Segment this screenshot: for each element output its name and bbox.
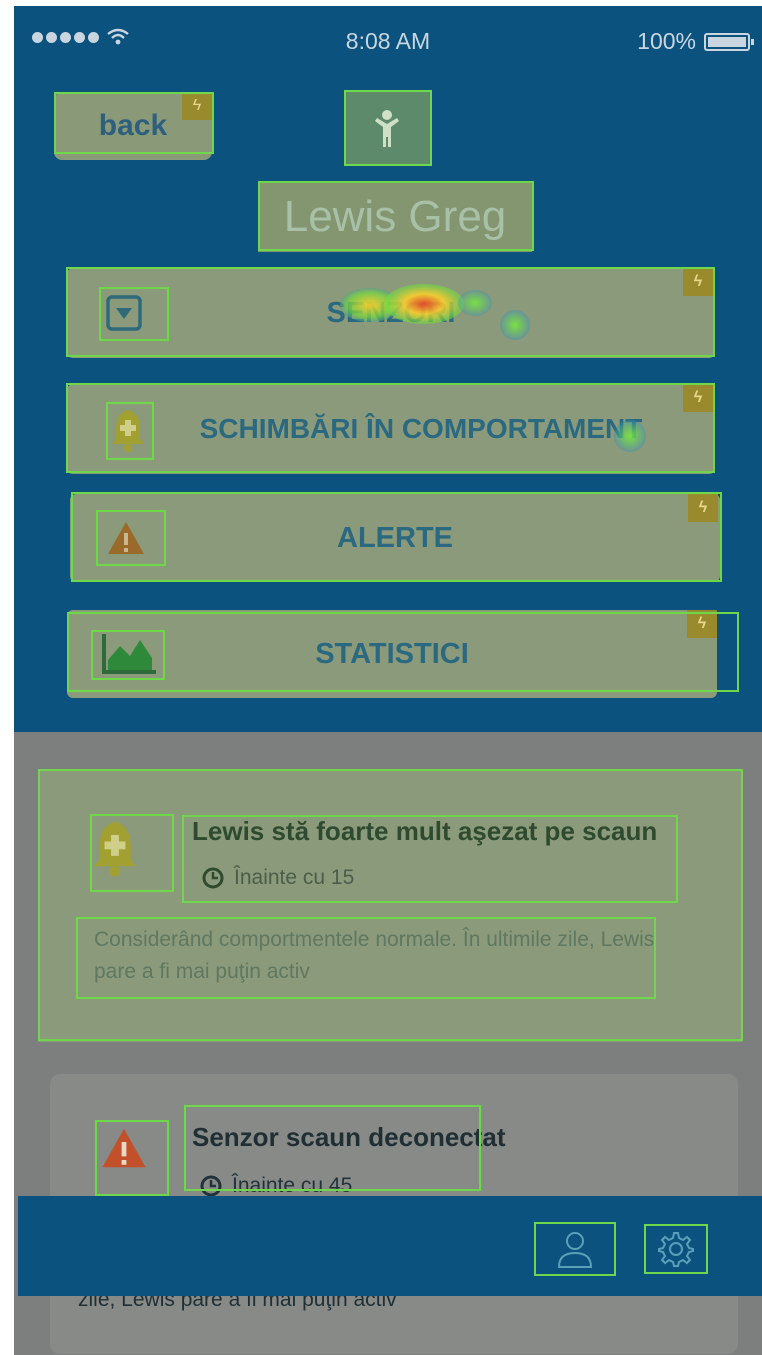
- battery-icon: [704, 32, 754, 51]
- notification-time-text: Înainte cu 45: [232, 1174, 353, 1197]
- patient-name: Lewis Greg: [258, 182, 532, 252]
- menu-item-alerte[interactable]: ALERTE ϟ: [70, 494, 720, 582]
- tab-bar: [18, 1196, 762, 1296]
- clock-icon: [200, 1175, 222, 1197]
- battery-indicator: 100%: [637, 28, 754, 55]
- notification-title: Senzor scaun deconectat: [192, 1122, 506, 1152]
- warning-triangle-icon: [98, 512, 154, 564]
- menu-item-schimbari[interactable]: SCHIMBĂRI ÎN COMPORTAMENT ϟ: [67, 384, 715, 474]
- bolt-icon: ϟ: [683, 384, 713, 412]
- notification-time: Înainte cu 45: [200, 1174, 352, 1198]
- battery-percent: 100%: [637, 28, 696, 54]
- menu-item-label: SCHIMBĂRI ÎN COMPORTAMENT: [199, 413, 643, 444]
- notification-description: Considerând comportmentele normale. În u…: [94, 928, 655, 983]
- status-bar: 8:08 AM 100%: [14, 6, 762, 76]
- bolt-icon: ϟ: [688, 494, 718, 522]
- notification-title: Lewis stă foarte mult aşezat pe scaun: [192, 816, 658, 846]
- notification-time: Înainte cu 15: [202, 866, 354, 890]
- person-icon[interactable]: [344, 92, 430, 166]
- notification-time-text: Înainte cu 15: [234, 866, 355, 889]
- notification-card[interactable]: Lewis stă foarte mult aşezat pe scaun În…: [38, 770, 742, 1042]
- bolt-icon: ϟ: [687, 610, 717, 638]
- bolt-icon: ϟ: [182, 92, 212, 120]
- user-icon[interactable]: [534, 1222, 616, 1276]
- bell-plus-icon: [105, 402, 151, 458]
- gear-icon[interactable]: [644, 1224, 708, 1274]
- menu-item-label: STATISTICI: [315, 637, 469, 670]
- app-screen: 8:08 AM 100% back ϟ Lewis Greg SENZORI ϟ…: [14, 6, 762, 1355]
- clock-icon: [202, 867, 224, 889]
- dropdown-square-icon: [101, 290, 147, 336]
- menu-item-statistici[interactable]: STATISTICI ϟ: [67, 610, 717, 698]
- header-area: 8:08 AM 100% back ϟ Lewis Greg SENZORI ϟ…: [14, 6, 762, 732]
- area-chart-icon: [93, 628, 165, 680]
- menu-item-label: SENZORI: [326, 296, 456, 329]
- menu-item-label: ALERTE: [337, 521, 453, 554]
- bolt-icon: ϟ: [683, 268, 713, 296]
- menu-item-senzori[interactable]: SENZORI ϟ: [67, 268, 715, 358]
- warning-triangle-icon: [100, 1126, 148, 1175]
- bell-plus-icon: [92, 818, 138, 883]
